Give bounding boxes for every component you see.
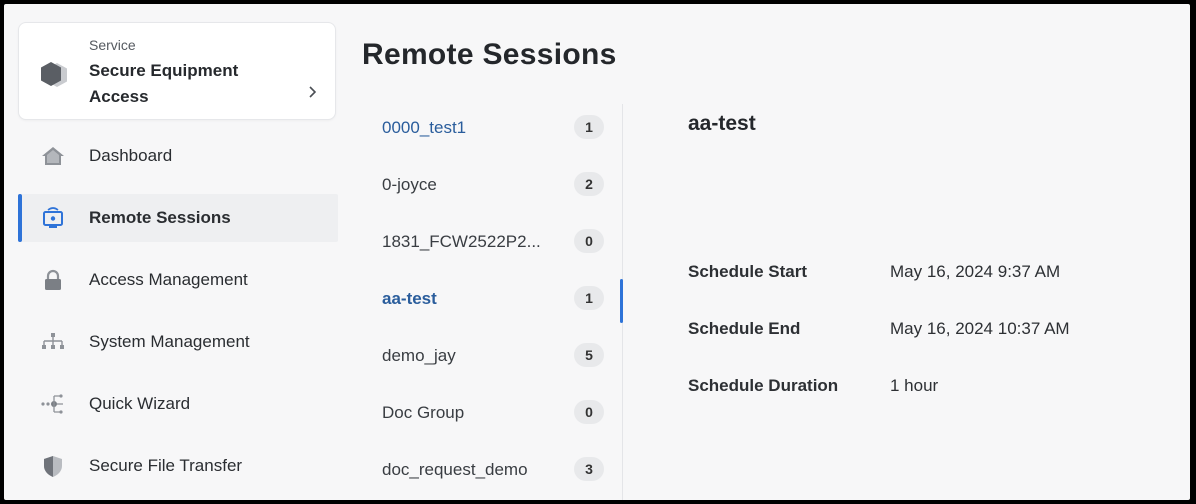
sidebar-item-label: Secure File Transfer xyxy=(89,456,243,475)
session-group-item[interactable]: 1831_FCW2522P2... 0 xyxy=(362,216,624,272)
hierarchy-icon xyxy=(42,333,64,349)
service-label: Service xyxy=(89,37,136,53)
selected-group-indicator xyxy=(620,279,623,323)
session-count-badge: 5 xyxy=(574,343,604,367)
session-group-name: demo_jay xyxy=(382,346,456,365)
session-group-name: Doc Group xyxy=(382,403,465,422)
schedule-start-label: Schedule Start xyxy=(688,262,808,281)
session-count-badge: 3 xyxy=(574,457,604,481)
session-group-item[interactable]: 0000_test1 1 xyxy=(362,102,624,158)
page-title: Remote Sessions xyxy=(362,38,617,71)
sidebar-item-label: Access Management xyxy=(89,270,248,289)
sidebar-item-system-management[interactable]: System Management xyxy=(18,318,338,366)
session-group-name: 0-joyce xyxy=(382,175,437,194)
session-group-item[interactable]: Doc Group 0 xyxy=(362,387,624,443)
service-hexagon-icon xyxy=(41,62,67,87)
sidebar-item-label: Remote Sessions xyxy=(89,208,231,227)
sidebar-item-secure-file-transfer[interactable]: Secure File Transfer xyxy=(18,442,338,490)
schedule-duration-label: Schedule Duration xyxy=(688,376,839,395)
session-group-name: 1831_FCW2522P2... xyxy=(382,232,541,251)
chevron-right-icon xyxy=(309,86,317,98)
service-name: Secure Equipment Access xyxy=(89,61,239,106)
schedule-duration-value: 1 hour xyxy=(890,376,939,395)
sidebar-item-label: Dashboard xyxy=(89,146,173,165)
wizard-flow-icon xyxy=(41,394,63,414)
schedule-end-label: Schedule End xyxy=(688,319,801,338)
detail-title: aa-test xyxy=(688,112,756,135)
lock-icon xyxy=(45,269,61,290)
session-group-item[interactable]: 0-joyce 2 xyxy=(362,159,624,215)
session-group-item[interactable]: demo_jay 5 xyxy=(362,330,624,386)
session-count-badge: 2 xyxy=(574,172,604,196)
sidebar-item-label: System Management xyxy=(89,332,250,351)
service-selector[interactable]: Service Secure Equipment Access xyxy=(18,22,336,120)
session-group-name: doc_request_demo xyxy=(382,460,528,479)
session-group-name: 0000_test1 xyxy=(382,118,467,137)
sidebar-item-remote-sessions[interactable]: Remote Sessions xyxy=(18,194,338,242)
schedule-end-value: May 16, 2024 10:37 AM xyxy=(890,319,1070,338)
schedule-start-value: May 16, 2024 9:37 AM xyxy=(890,262,1061,281)
sidebar-item-label: Quick Wizard xyxy=(89,394,191,413)
session-group-item-selected[interactable]: aa-test 1 xyxy=(362,273,624,329)
shield-icon xyxy=(44,456,62,477)
sidebar-item-quick-wizard[interactable]: Quick Wizard xyxy=(18,380,338,428)
session-count-badge: 1 xyxy=(574,286,604,310)
session-count-badge: 0 xyxy=(574,229,604,253)
remote-session-icon xyxy=(43,207,63,228)
session-count-badge: 1 xyxy=(574,115,604,139)
sidebar-item-dashboard[interactable]: Dashboard xyxy=(18,132,338,180)
app-window: Service Secure Equipment Access Dashboar… xyxy=(4,4,1190,500)
active-indicator xyxy=(18,194,22,242)
sidebar-item-access-management[interactable]: Access Management xyxy=(18,256,338,304)
session-group-name: aa-test xyxy=(382,289,437,308)
session-group-item[interactable]: doc_request_demo 3 xyxy=(362,444,624,500)
session-count-badge: 0 xyxy=(574,400,604,424)
home-icon xyxy=(42,147,64,165)
